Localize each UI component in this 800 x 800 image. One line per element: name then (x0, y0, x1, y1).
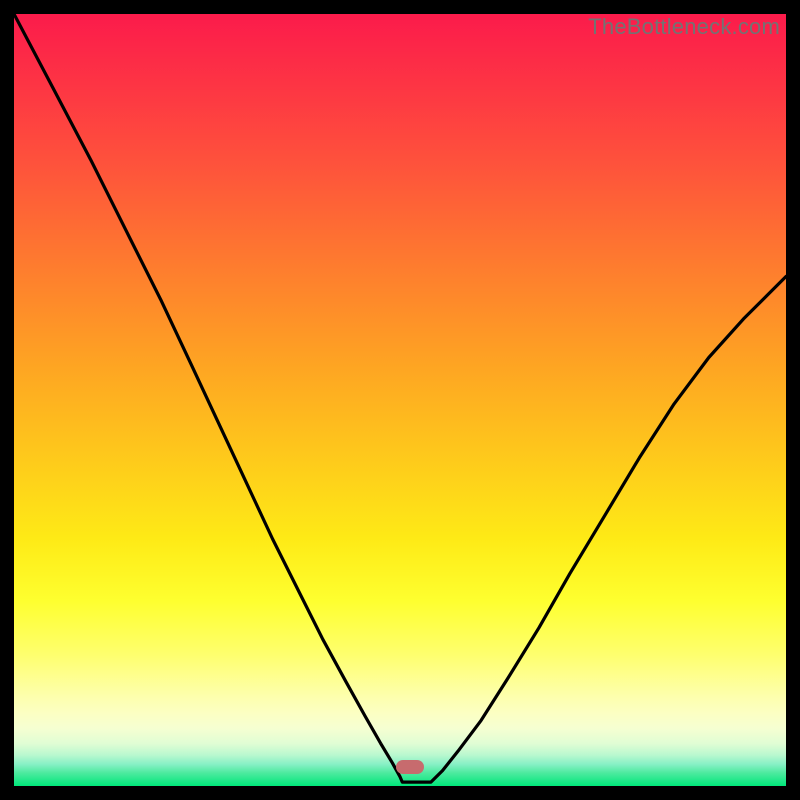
minimum-marker (396, 760, 424, 774)
bottleneck-chart (14, 14, 786, 786)
plot-frame: TheBottleneck.com (14, 14, 786, 786)
watermark-text: TheBottleneck.com (588, 14, 780, 40)
gradient-background (14, 14, 786, 786)
